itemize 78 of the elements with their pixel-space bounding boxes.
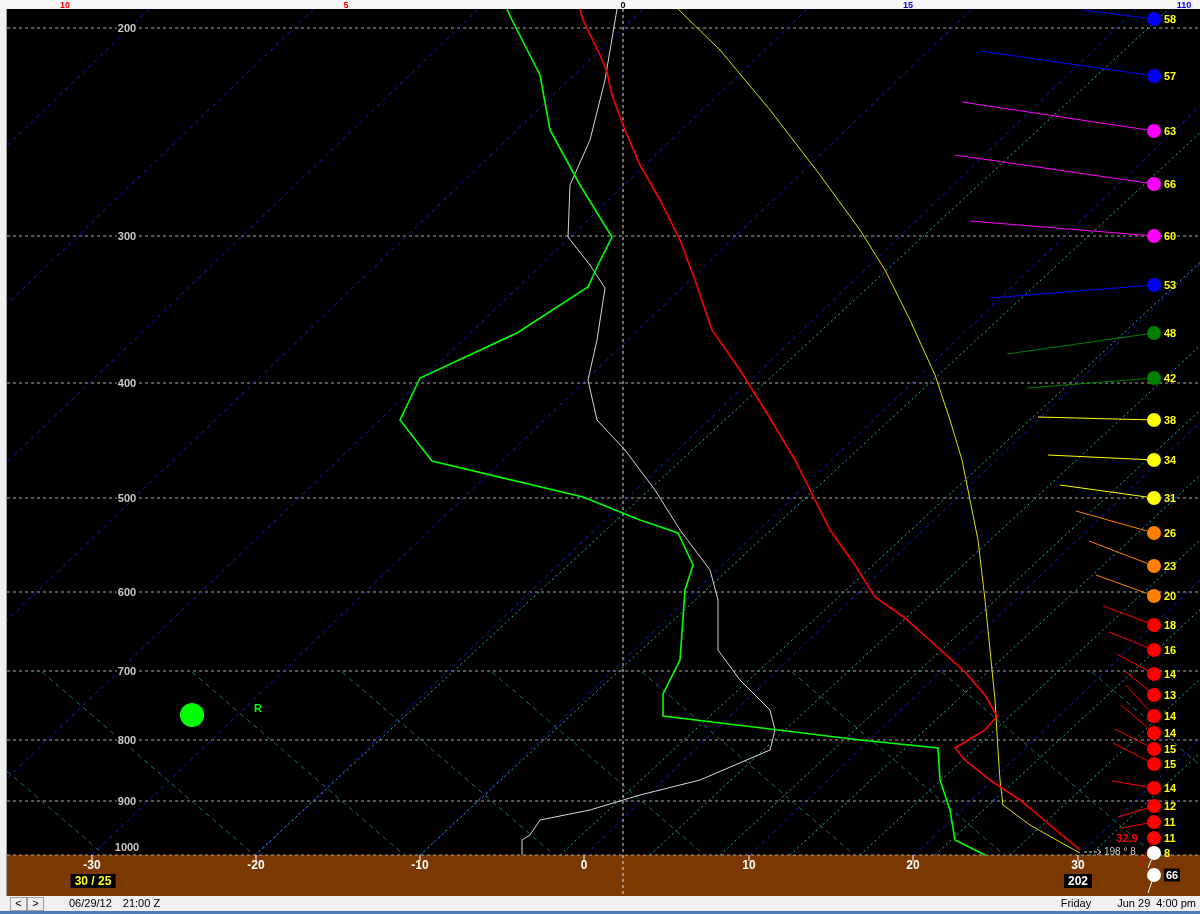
wind-speed-label: 31	[1164, 492, 1177, 504]
wind-speed-label: 11	[1164, 832, 1176, 844]
pressure-label: 200	[116, 22, 138, 34]
wind-speed-label: 38	[1164, 414, 1177, 426]
wind-speed-label: 11	[1164, 816, 1176, 828]
wind-speed-label: 15	[1164, 758, 1177, 770]
temperature-label: 10	[742, 859, 756, 871]
wind-speed-label: 14	[1164, 668, 1177, 680]
wind-speed-label: 66	[1164, 178, 1177, 190]
pressure-label: 300	[116, 230, 138, 242]
wind-speed-label: 63	[1164, 125, 1177, 137]
arrow-icon	[1083, 848, 1102, 856]
wind-readout: 198 ° 8	[1104, 847, 1136, 857]
pressure-label: 600	[116, 586, 138, 598]
wind-barb-line	[1117, 807, 1148, 818]
wind-speed-label: 66	[1164, 868, 1181, 882]
next-button[interactable]: >	[27, 896, 44, 911]
temperature-label: -10	[411, 859, 429, 871]
wind-barb-line	[1108, 631, 1148, 648]
wind-barb-line	[1102, 605, 1148, 624]
temperature-label: -20	[247, 859, 265, 871]
wind-barb-line	[1082, 9, 1148, 19]
status-time: 21:00 Z	[122, 898, 161, 909]
wind-barb-line	[1112, 742, 1149, 762]
wind-speed-label: 8	[1164, 847, 1171, 859]
wind-barb-line	[1124, 670, 1150, 692]
wind-barb-line	[1111, 780, 1148, 788]
marker-label: R	[254, 702, 262, 714]
dot-icon	[180, 703, 204, 727]
wind-speed-label: 14	[1164, 727, 1177, 739]
wind-speed-label: 26	[1164, 527, 1177, 539]
temperature-readout: 32.9	[1116, 832, 1138, 844]
wind-speed-label: 48	[1164, 327, 1177, 339]
scale-label: 10	[60, 0, 70, 9]
scale-label: 5	[343, 0, 349, 9]
readout-value: 30 / 25	[70, 874, 116, 888]
status-local-time: 4:00 pm	[1156, 898, 1196, 909]
wind-barb-line	[1116, 653, 1149, 672]
wind-speed-label: 57	[1164, 70, 1177, 82]
wind-barb-line	[1114, 728, 1149, 747]
wind-speed-label: 58	[1164, 13, 1177, 25]
pressure-label: 1000	[113, 841, 141, 853]
pressure-label: 800	[116, 734, 138, 746]
wind-barb-line	[1147, 881, 1153, 894]
wind-speed-label: 18	[1164, 619, 1177, 631]
wind-speed-label: 20	[1164, 590, 1177, 602]
pressure-label: 400	[116, 377, 138, 389]
temperature-label: 30	[1071, 859, 1085, 871]
wind-speed-label: 12	[1164, 800, 1177, 812]
wind-barb-line	[1095, 574, 1148, 595]
scale-label: 110	[1176, 0, 1192, 9]
wind-speed-label: 16	[1164, 644, 1177, 656]
status-date: 06/29/12	[69, 898, 112, 909]
temperature-label: 0	[580, 859, 588, 871]
readout-value: 202	[1064, 874, 1092, 888]
pressure-label: 700	[116, 665, 138, 677]
wind-barb-line	[1120, 704, 1150, 729]
wind-speed-label: 13	[1164, 689, 1177, 701]
pressure-label: 900	[116, 795, 138, 807]
wind-speed-label: 42	[1164, 372, 1177, 384]
scale-label: 0	[620, 0, 626, 9]
previous-button[interactable]: <	[10, 896, 27, 911]
wind-speed-label: 14	[1164, 710, 1177, 722]
pressure-label: 500	[116, 492, 138, 504]
status-local-date: Jun 29	[1117, 898, 1151, 909]
scale-label: 15	[903, 0, 913, 9]
status-day: Friday	[1060, 898, 1092, 909]
wind-barb-line	[1088, 540, 1148, 564]
wind-speed-label: 23	[1164, 560, 1177, 572]
wind-barb-line	[1125, 684, 1150, 712]
wind-speed-label: 60	[1164, 230, 1177, 242]
wind-speed-label: 34	[1164, 454, 1177, 466]
temperature-label: -30	[83, 859, 101, 871]
wind-speed-label: 14	[1164, 782, 1177, 794]
wind-barb-line	[1121, 822, 1148, 829]
wind-speed-label: 15	[1164, 743, 1177, 755]
wind-speed-label: 53	[1164, 279, 1177, 291]
temperature-label: 20	[906, 859, 920, 871]
